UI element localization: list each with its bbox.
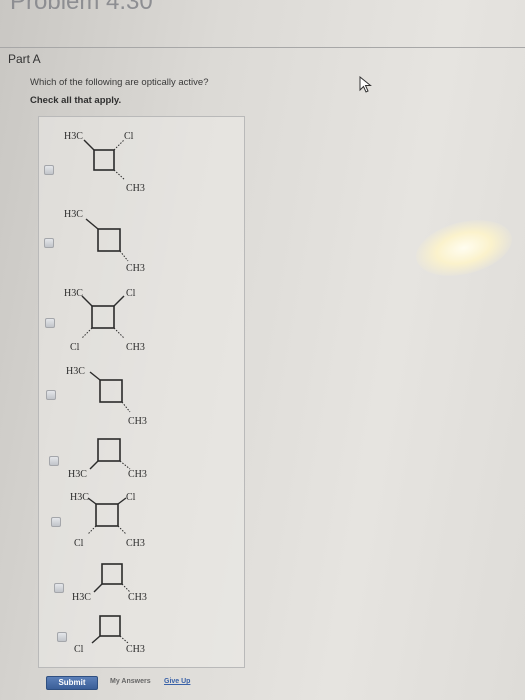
option-5-checkbox[interactable] — [49, 456, 59, 466]
part-title: Part A — [8, 52, 41, 66]
option-8-bottom-right-label: CH3 — [126, 644, 145, 655]
option-3-top-right-label: Cl — [126, 288, 136, 299]
header-divider — [0, 47, 525, 48]
submit-button[interactable]: Submit — [46, 676, 98, 690]
option-7-structure: H3C CH3 — [72, 563, 147, 603]
option-2-bottom-right-label: CH3 — [126, 263, 145, 274]
option-1-checkbox[interactable] — [44, 165, 54, 175]
option-6-bottom-right-label: CH3 — [126, 538, 145, 549]
option-7-bottom-left-label: H3C — [72, 592, 91, 603]
pointer-cursor-icon — [359, 76, 372, 93]
option-5-bottom-right-label: CH3 — [128, 469, 147, 480]
option-4-structure: H3C CH3 — [66, 366, 147, 427]
option-3-bottom-left-label: Cl — [70, 342, 80, 353]
option-2-structure: H3C CH3 — [64, 209, 145, 274]
option-6-bottom-left-label: Cl — [74, 538, 84, 549]
option-6-top-left-label: H3C — [70, 492, 89, 503]
problem-banner: Problem 4.30 — [0, 0, 525, 16]
option-4-bottom-right-label: CH3 — [128, 416, 147, 427]
problem-banner-text: Problem 4.30 — [10, 0, 153, 15]
option-8-checkbox[interactable] — [57, 632, 67, 642]
option-5-structure: H3C CH3 — [68, 438, 147, 480]
instruction-text: Check all that apply. — [30, 95, 122, 106]
option-6-top-right-label: Cl — [126, 492, 136, 503]
option-3-bottom-right-label: CH3 — [126, 342, 145, 353]
option-6-checkbox[interactable] — [51, 517, 61, 527]
option-4-checkbox[interactable] — [46, 390, 56, 400]
question-text: Which of the following are optically act… — [30, 77, 209, 88]
option-2-checkbox[interactable] — [44, 238, 54, 248]
option-6-structure: H3C Cl Cl CH3 — [70, 492, 145, 549]
option-1-top-right-label: Cl — [124, 131, 134, 142]
option-3-top-left-label: H3C — [64, 288, 83, 299]
give-up-link[interactable]: Give Up — [164, 678, 190, 685]
option-4-top-left-label: H3C — [66, 366, 85, 377]
option-1-top-left-label: H3C — [64, 131, 83, 142]
option-8-structure: Cl CH3 — [74, 615, 145, 655]
option-5-bottom-left-label: H3C — [68, 469, 87, 480]
option-7-checkbox[interactable] — [54, 583, 64, 593]
screen-glare — [410, 210, 518, 286]
option-8-bottom-left-label: Cl — [74, 644, 84, 655]
option-3-checkbox[interactable] — [45, 318, 55, 328]
option-1-structure: H3C Cl CH3 — [64, 131, 145, 194]
option-7-bottom-right-label: CH3 — [128, 592, 147, 603]
option-2-top-left-label: H3C — [64, 209, 83, 220]
option-3-structure: H3C Cl Cl CH3 — [64, 288, 145, 353]
option-1-bottom-right-label: CH3 — [126, 183, 145, 194]
my-answers-link[interactable]: My Answers — [110, 678, 151, 685]
